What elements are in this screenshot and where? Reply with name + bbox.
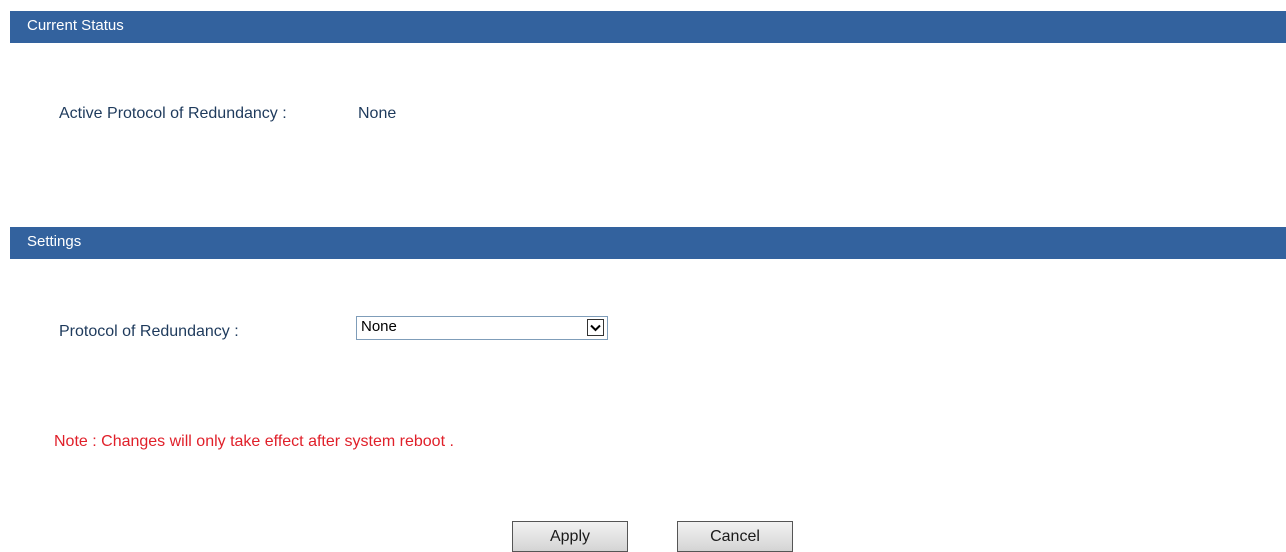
apply-button[interactable]: Apply — [512, 521, 628, 552]
active-protocol-value: None — [358, 105, 397, 122]
redundancy-settings-page: Current Status Active Protocol of Redund… — [0, 0, 1286, 552]
protocol-label: Protocol of Redundancy : — [59, 323, 239, 340]
protocol-select-value: None — [361, 318, 397, 335]
cancel-button[interactable]: Cancel — [677, 521, 793, 552]
current-status-header: Current Status — [10, 11, 1286, 43]
settings-header: Settings — [10, 227, 1286, 259]
active-protocol-label: Active Protocol of Redundancy : — [59, 105, 287, 122]
reboot-note: Note : Changes will only take effect aft… — [54, 433, 454, 450]
chevron-down-icon[interactable] — [587, 319, 604, 336]
protocol-select[interactable]: None — [356, 316, 608, 340]
